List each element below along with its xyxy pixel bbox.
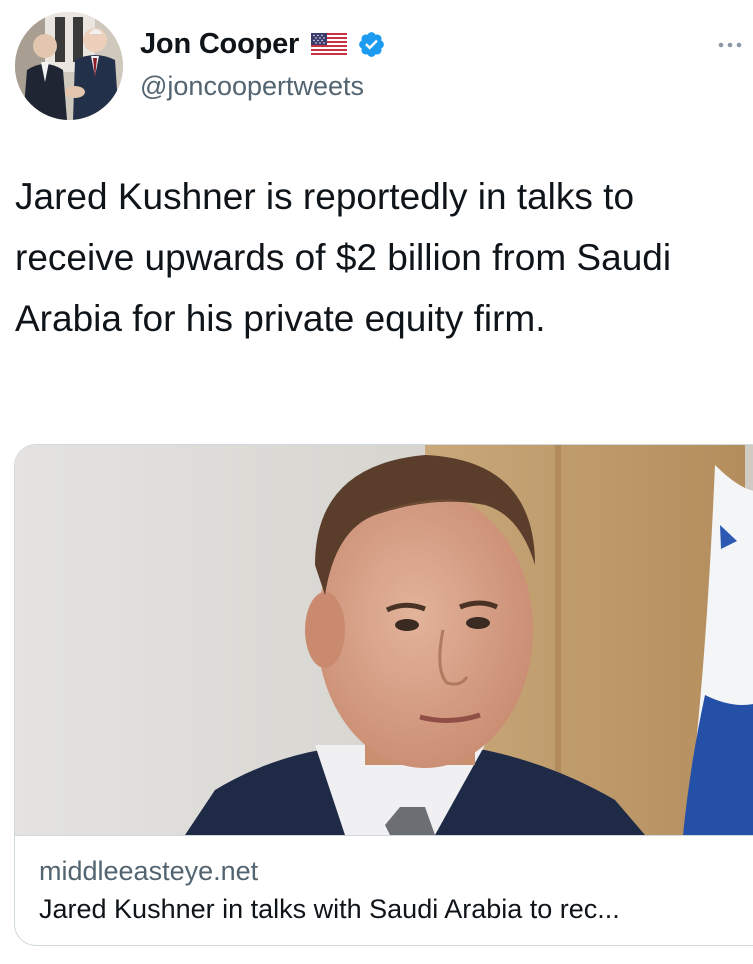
verified-badge-icon [359, 32, 385, 57]
avatar[interactable] [15, 12, 123, 120]
link-card-domain: middleeasteye.net [39, 856, 259, 886]
tweet-text: Jared Kushner is reportedly in talks to … [15, 176, 672, 339]
link-card[interactable]: middleeasteye.net Jared Kushner in talks… [14, 444, 753, 946]
author-name-row[interactable]: Jon Cooper [140, 28, 386, 61]
author-handle[interactable]: @joncoopertweets [140, 71, 364, 102]
author-display-name[interactable]: Jon Cooper [140, 28, 299, 61]
more-options-icon[interactable] [717, 38, 743, 52]
us-flag-icon [311, 32, 348, 57]
link-card-title[interactable]: Jared Kushner in talks with Saudi Arabia… [39, 894, 620, 925]
avatar-image [15, 12, 123, 120]
link-card-footer[interactable]: middleeasteye.net Jared Kushner in talks… [15, 835, 753, 945]
link-card-image[interactable] [15, 445, 753, 835]
